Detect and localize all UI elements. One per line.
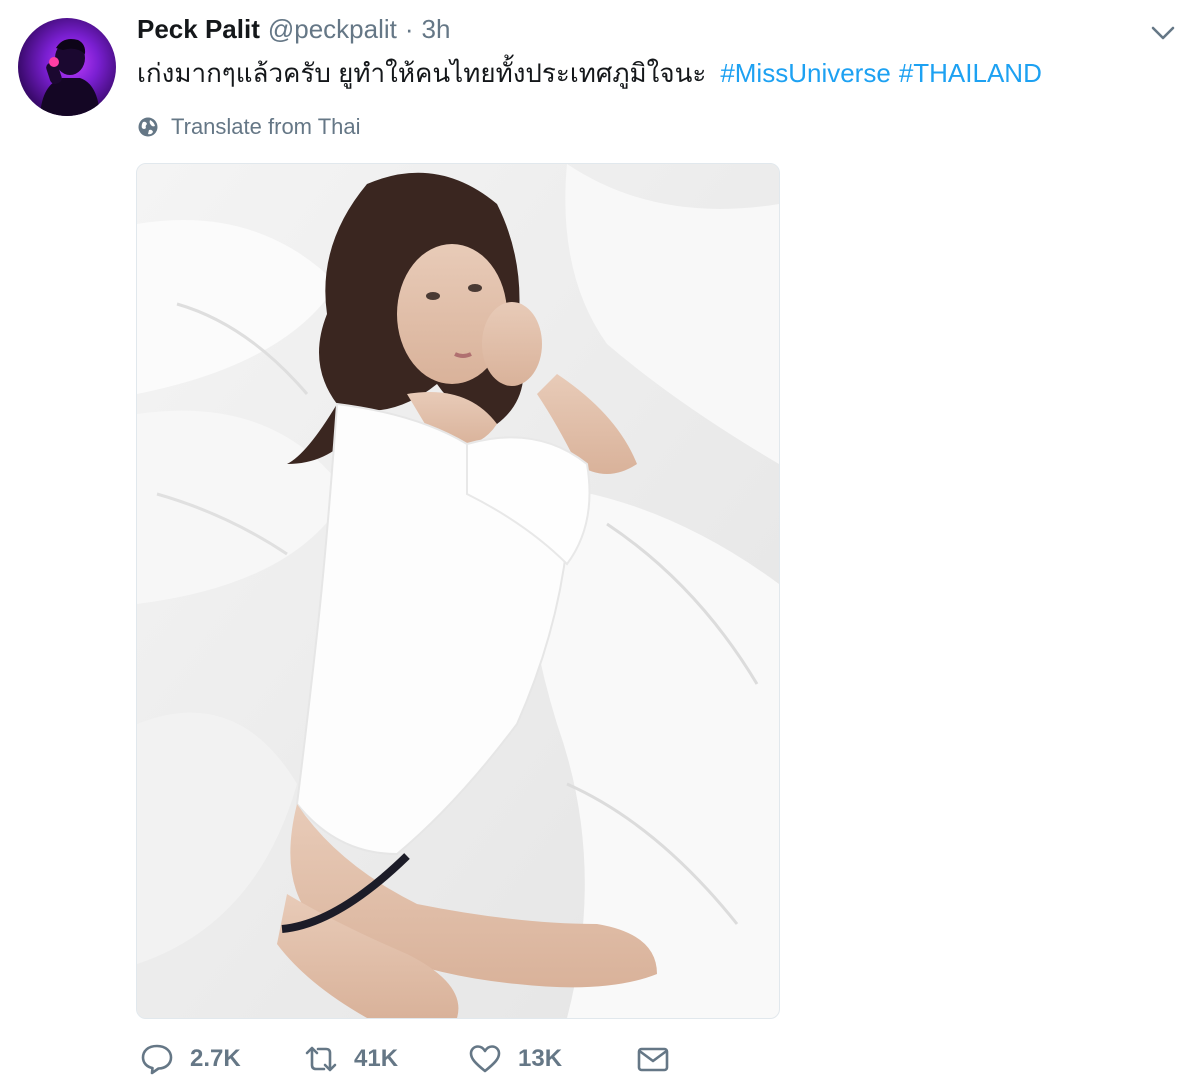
user-handle[interactable]: @peckpalit xyxy=(268,14,397,45)
tweet: Peck Palit @peckpalit · 3h เก่งมากๆแล้วค… xyxy=(0,0,1200,1089)
envelope-icon xyxy=(637,1047,669,1072)
tweet-text: เก่งมากๆแล้วครับ ยูทำให้คนไทยทั้งประเทศภ… xyxy=(137,54,1050,92)
like-count: 13K xyxy=(518,1045,563,1072)
hashtag-link[interactable]: #MissUniverse xyxy=(720,58,891,88)
retweet-count: 41K xyxy=(354,1045,399,1072)
message-button[interactable] xyxy=(636,1036,670,1082)
chevron-down-icon[interactable] xyxy=(1148,22,1178,44)
translate-link[interactable]: Translate from Thai xyxy=(137,112,361,142)
like-button[interactable]: 13K xyxy=(468,1036,562,1082)
retweet-button[interactable]: 41K xyxy=(304,1036,398,1082)
tweet-photo[interactable] xyxy=(136,163,780,1019)
retweet-icon xyxy=(305,1046,337,1072)
separator-dot: · xyxy=(404,14,414,44)
hashtag-link[interactable]: #THAILAND xyxy=(899,58,1042,88)
tweet-body: เก่งมากๆแล้วครับ ยูทำให้คนไทยทั้งประเทศภ… xyxy=(137,58,707,88)
timestamp[interactable]: 3h xyxy=(422,14,451,45)
reply-icon xyxy=(141,1044,173,1075)
reply-button[interactable]: 2.7K xyxy=(140,1036,241,1082)
avatar[interactable] xyxy=(18,18,116,116)
display-name[interactable]: Peck Palit xyxy=(137,14,260,45)
heart-icon xyxy=(469,1045,501,1073)
reply-count: 2.7K xyxy=(190,1045,241,1072)
globe-icon xyxy=(138,117,158,137)
tweet-header: Peck Palit @peckpalit · 3h xyxy=(137,14,450,54)
translate-label: Translate from Thai xyxy=(171,114,361,139)
tweet-actions: 2.7K 41K 13K xyxy=(140,1036,700,1082)
